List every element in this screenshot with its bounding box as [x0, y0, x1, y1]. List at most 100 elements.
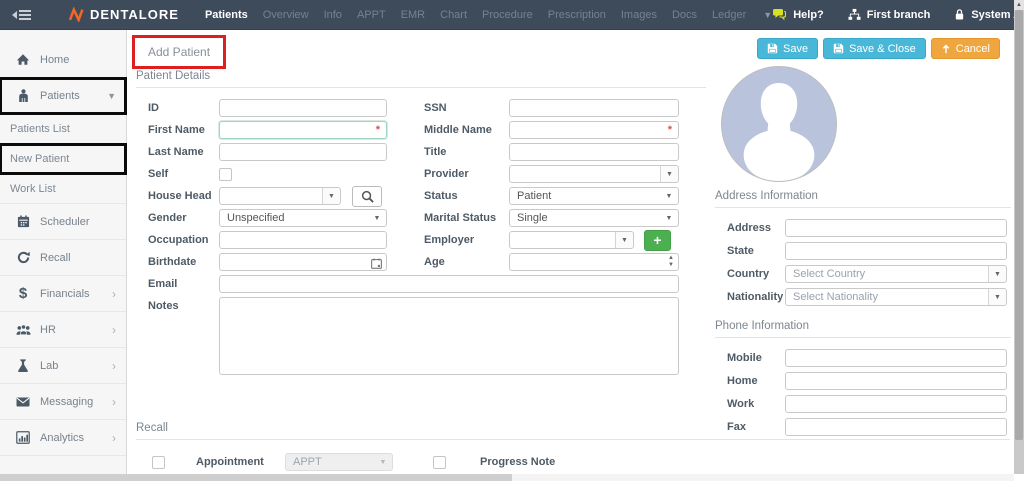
progress-note-checkbox[interactable]	[433, 456, 446, 469]
sidebar-item-financials[interactable]: $ Financials ›	[0, 276, 126, 312]
recall-section: Recall Appointment APPT ▼ Progress Note	[136, 422, 1010, 471]
brand-logo[interactable]: DENTALORE	[69, 7, 179, 22]
provider-label: Provider	[424, 168, 509, 180]
flask-icon	[14, 359, 32, 373]
form-row: Self Provider ▼	[127, 163, 707, 185]
chevron-right-icon: ›	[112, 431, 116, 445]
status-dropdown[interactable]: Patient ▼	[509, 187, 679, 205]
sidebar-item-analytics[interactable]: Analytics ›	[0, 420, 126, 456]
home-icon	[14, 53, 32, 66]
middle-name-input[interactable]	[509, 121, 679, 139]
refresh-icon	[14, 251, 32, 264]
nav-tab-procedure[interactable]: Procedure	[482, 9, 533, 21]
nav-tab-info[interactable]: Info	[324, 9, 342, 21]
sidebar-item-home[interactable]: Home	[0, 42, 126, 78]
sidebar-item-patients[interactable]: Patients ▼	[0, 78, 126, 114]
nav-tab-appt[interactable]: APPT	[357, 9, 386, 21]
calendar-icon[interactable]	[371, 256, 382, 274]
save-close-label: Save & Close	[849, 43, 916, 55]
nav-tab-prescription[interactable]: Prescription	[548, 9, 606, 21]
phone-info-header: Phone Information	[715, 320, 1011, 338]
branch-selector[interactable]: First branch	[848, 8, 931, 21]
gender-dropdown[interactable]: Unspecified ▼	[219, 209, 387, 227]
work-phone-input[interactable]	[785, 395, 1007, 413]
sidebar-item-work-list[interactable]: Work List	[0, 174, 126, 204]
nav-tab-patients[interactable]: Patients	[205, 9, 248, 21]
arrow-up-exit-icon	[941, 43, 951, 54]
brand-name: DENTALORE	[90, 7, 179, 22]
last-name-label: Last Name	[127, 146, 219, 158]
nav-tab-chart[interactable]: Chart	[440, 9, 467, 21]
nav-tab-overview[interactable]: Overview	[263, 9, 309, 21]
marital-status-dropdown[interactable]: Single ▼	[509, 209, 679, 227]
vertical-scrollbar[interactable]: ▲	[1014, 0, 1024, 474]
first-name-input[interactable]	[219, 121, 387, 139]
id-input[interactable]	[219, 99, 387, 117]
country-dropdown[interactable]: Select Country ▼	[785, 265, 1007, 283]
recall-header: Recall	[136, 422, 1010, 440]
home-phone-label: Home	[715, 375, 785, 387]
appointment-checkbox[interactable]	[152, 456, 165, 469]
notes-textarea[interactable]	[219, 297, 679, 375]
age-label: Age	[424, 256, 509, 268]
add-employer-button[interactable]: +	[644, 230, 671, 251]
appointment-type-dropdown: APPT ▼	[285, 453, 393, 471]
age-stepper[interactable]: ▲▼	[668, 255, 674, 269]
employer-dropdown[interactable]: ▼	[509, 231, 634, 249]
sidebar-item-patients-list[interactable]: Patients List	[0, 114, 126, 144]
self-checkbox[interactable]	[219, 168, 232, 181]
provider-dropdown[interactable]: ▼	[509, 165, 679, 183]
last-name-input[interactable]	[219, 143, 387, 161]
nav-tabs: Patients Overview Info APPT EMR Chart Pr…	[205, 9, 772, 21]
sidebar-collapse-icon[interactable]	[12, 10, 31, 20]
ssn-input[interactable]	[509, 99, 679, 117]
nav-tab-emr[interactable]: EMR	[401, 9, 425, 21]
recall-row: Appointment APPT ▼ Progress Note	[136, 453, 1010, 471]
save-close-button[interactable]: Save & Close	[823, 38, 926, 59]
horizontal-scrollbar[interactable]	[0, 474, 1014, 481]
mobile-input[interactable]	[785, 349, 1007, 367]
house-head-dropdown[interactable]: ▼	[219, 187, 341, 205]
floppy-save-icon	[833, 43, 844, 54]
ssn-label: SSN	[424, 102, 509, 114]
sidebar-item-recall[interactable]: Recall	[0, 240, 126, 276]
home-phone-input[interactable]	[785, 372, 1007, 390]
address-input[interactable]	[785, 219, 1007, 237]
form-row: Country Select Country ▼	[715, 262, 1011, 285]
occupation-input[interactable]	[219, 231, 387, 249]
right-panel: Address Information Address State Countr…	[715, 66, 1011, 438]
email-label: Email	[127, 278, 219, 290]
cancel-button[interactable]: Cancel	[931, 38, 1000, 59]
scroll-up-arrow-icon[interactable]: ▲	[1014, 0, 1024, 10]
notes-label: Notes	[127, 297, 219, 312]
birthdate-input[interactable]	[219, 253, 387, 271]
required-asterisk: *	[376, 124, 380, 136]
horizontal-scrollbar-thumb[interactable]	[0, 474, 512, 481]
nav-more-chevron-down-icon[interactable]: ▼	[763, 10, 772, 20]
vertical-scrollbar-thumb[interactable]	[1015, 10, 1023, 440]
sidebar-item-new-patient[interactable]: New Patient	[0, 144, 126, 174]
sidebar-item-lab[interactable]: Lab ›	[0, 348, 126, 384]
nationality-dropdown[interactable]: Select Nationality ▼	[785, 288, 1007, 306]
sidebar-item-messaging[interactable]: Messaging ›	[0, 384, 126, 420]
save-label: Save	[783, 43, 808, 55]
form-row: House Head ▼ Status Patient ▼	[127, 185, 707, 207]
title-input[interactable]	[509, 143, 679, 161]
patient-details-form: ID SSN First Name * Middle Name *	[127, 97, 707, 375]
appointment-label: Appointment	[196, 456, 285, 468]
state-label: State	[715, 245, 785, 257]
age-input[interactable]	[509, 253, 679, 271]
arrow-up-icon: ▲	[668, 255, 674, 262]
sidebar-item-hr[interactable]: HR ›	[0, 312, 126, 348]
nav-tab-docs[interactable]: Docs	[672, 9, 697, 21]
nav-tab-ledger[interactable]: Ledger	[712, 9, 746, 21]
nav-tab-images[interactable]: Images	[621, 9, 657, 21]
patient-avatar[interactable]	[721, 66, 837, 182]
status-label: Status	[424, 190, 509, 202]
email-input[interactable]	[219, 275, 679, 293]
house-head-search-button[interactable]	[352, 186, 382, 207]
state-input[interactable]	[785, 242, 1007, 260]
help-button[interactable]: Help?	[772, 8, 824, 21]
save-button[interactable]: Save	[757, 38, 818, 59]
sidebar-item-scheduler[interactable]: Scheduler	[0, 204, 126, 240]
